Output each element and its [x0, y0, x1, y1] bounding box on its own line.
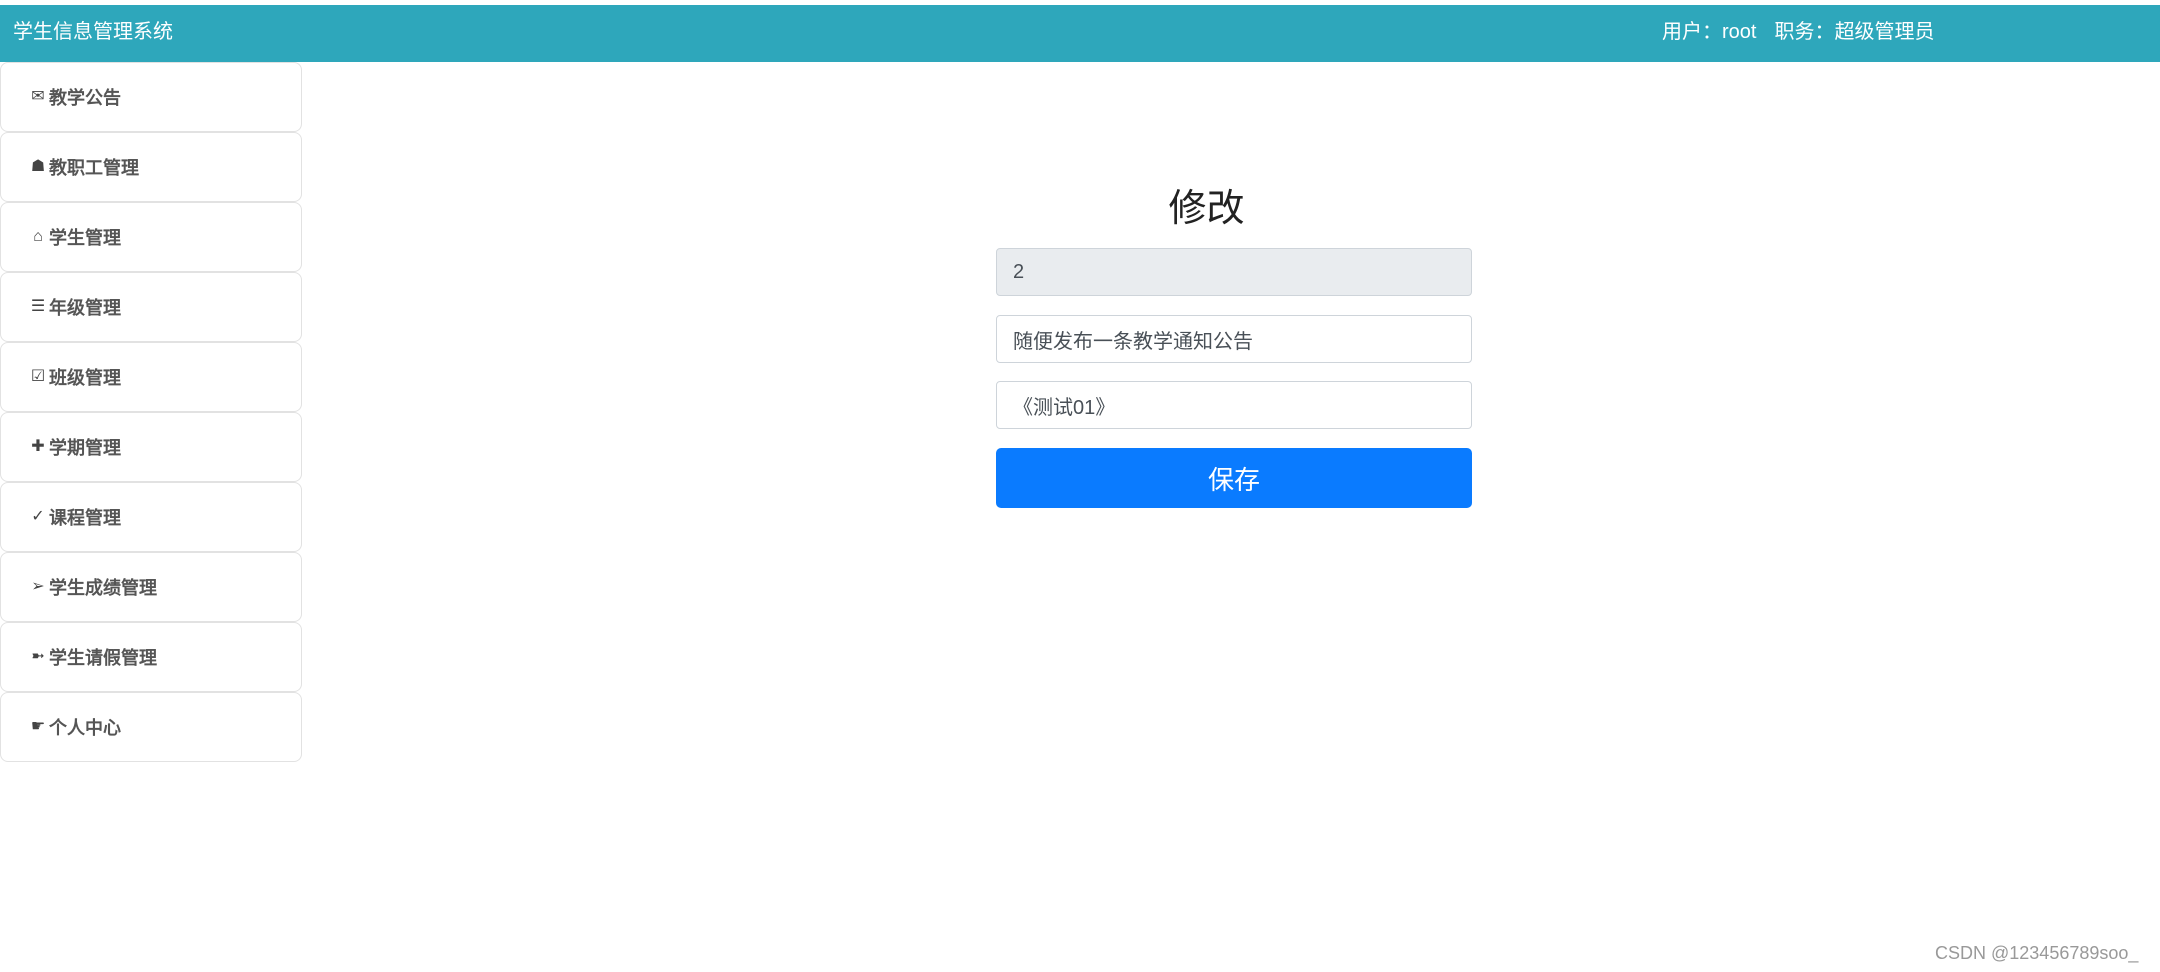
sidebar-item-staff[interactable]: ☗ 教职工管理 [0, 132, 302, 202]
home-icon: ⌂ [33, 228, 43, 245]
sidebar-item-label: 学生管理 [49, 228, 121, 248]
watermark: CSDN @123456789soo_ [1935, 943, 2139, 963]
arrow-out-icon: ➼ [31, 648, 45, 665]
envelope-icon: ✉ [31, 88, 45, 105]
user-info: 用户：root 职务：超级管理员 [1662, 20, 1934, 44]
sidebar-item-label: 教学公告 [49, 88, 121, 108]
plus-icon: ✚ [31, 438, 45, 455]
sidebar-item-scores[interactable]: ➢ 学生成绩管理 [0, 552, 302, 622]
check-icon: ✓ [31, 508, 45, 525]
role-value: 超级管理员 [1834, 21, 1935, 43]
sidebar-item-label: 教职工管理 [49, 158, 139, 178]
app-title: 学生信息管理系统 [13, 21, 173, 43]
save-button[interactable]: 保存 [996, 448, 1472, 508]
sidebar-item-label: 课程管理 [49, 508, 121, 528]
sidebar-item-profile[interactable]: ☛ 个人中心 [0, 692, 302, 762]
sidebar-item-label: 学生请假管理 [49, 648, 157, 668]
sidebar-item-classes[interactable]: ☑ 班级管理 [0, 342, 302, 412]
sidebar: ✉ 教学公告 ☗ 教职工管理 ⌂ 学生管理 ☰ 年级管理 ☑ 班级管理 ✚ 学期… [0, 62, 302, 762]
checkbox-icon: ☑ [30, 368, 46, 385]
user-label: 用户： [1662, 21, 1722, 43]
sidebar-item-courses[interactable]: ✓ 课程管理 [0, 482, 302, 552]
sidebar-item-label: 学期管理 [49, 438, 121, 458]
list-icon: ☰ [30, 298, 46, 315]
bell-icon: ☗ [30, 158, 46, 175]
sidebar-item-label: 班级管理 [49, 368, 121, 388]
top-bar: 学生信息管理系统 用户：root 职务：超级管理员 [0, 5, 2160, 62]
sidebar-item-label: 个人中心 [49, 718, 121, 738]
role-label: 职务： [1774, 21, 1835, 43]
hand-icon: ☛ [30, 718, 46, 735]
sidebar-item-label: 年级管理 [49, 298, 121, 318]
username: root [1722, 21, 1757, 43]
content-field[interactable] [996, 381, 1472, 429]
sidebar-item-semesters[interactable]: ✚ 学期管理 [0, 412, 302, 482]
arrow-icon: ➢ [31, 578, 45, 595]
sidebar-item-students[interactable]: ⌂ 学生管理 [0, 202, 302, 272]
id-field [996, 248, 1472, 296]
title-field[interactable] [996, 315, 1472, 363]
sidebar-item-leave[interactable]: ➼ 学生请假管理 [0, 622, 302, 692]
form-title: 修改 [1168, 188, 1245, 230]
sidebar-item-announcements[interactable]: ✉ 教学公告 [0, 62, 302, 132]
sidebar-item-grades[interactable]: ☰ 年级管理 [0, 272, 302, 342]
sidebar-item-label: 学生成绩管理 [49, 578, 157, 598]
